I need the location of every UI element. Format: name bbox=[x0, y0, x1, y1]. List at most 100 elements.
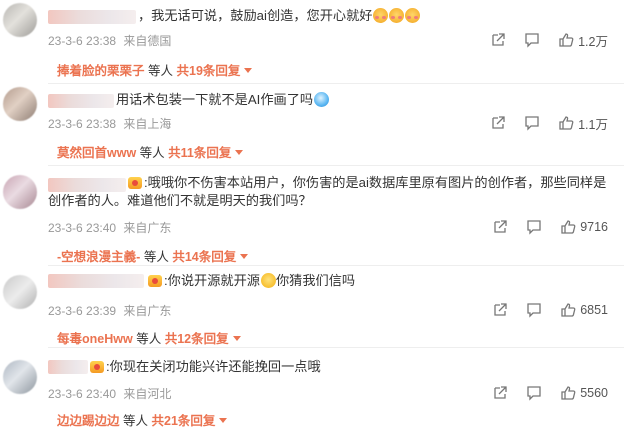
chevron-down-icon bbox=[232, 336, 241, 341]
comment-location: 来自上海 bbox=[123, 117, 172, 131]
fan-badge-icon bbox=[148, 275, 162, 287]
avatar[interactable] bbox=[3, 87, 37, 121]
comment-item: 用话术包装一下就不是AI作画了吗 23-3-6 23:38 来自上海 1.1万 … bbox=[0, 84, 624, 166]
comment-text: ，我无话可说，鼓励ai创造，您开心就好 bbox=[138, 7, 421, 25]
comment-location: 来自德国 bbox=[123, 34, 172, 48]
blush-emoji-icon bbox=[405, 8, 421, 23]
reply-mid: 等人 bbox=[148, 64, 174, 78]
comment-icon bbox=[527, 303, 541, 318]
reply-author[interactable]: 边边踢边边 bbox=[57, 414, 120, 428]
share-button[interactable] bbox=[492, 385, 508, 401]
comment-time: 23-3-6 23:38 bbox=[48, 117, 117, 131]
comment-time: 23-3-6 23:39 bbox=[48, 304, 117, 318]
comment-text: :你现在关闭功能兴许还能挽回一点哦 bbox=[90, 358, 321, 376]
comment-text: 用话术包装一下就不是AI作画了吗 bbox=[116, 91, 330, 109]
comment-actions: 9716 bbox=[474, 219, 608, 235]
comment-time: 23-3-6 23:40 bbox=[48, 221, 117, 235]
share-icon bbox=[492, 116, 505, 129]
comment-item: :你说开源就开源 你猜我们信吗 23-3-6 23:39 来自广东 6851 每毒… bbox=[0, 266, 624, 348]
share-button[interactable] bbox=[492, 219, 508, 235]
avatar[interactable] bbox=[3, 3, 37, 37]
comment-icon bbox=[527, 386, 541, 401]
comment-button[interactable] bbox=[526, 219, 542, 235]
reply-author[interactable]: 莫然回首www bbox=[57, 146, 136, 160]
like-button[interactable]: 1.2万 bbox=[558, 31, 608, 50]
comment-text-body: :你说开源就开源 bbox=[164, 273, 260, 288]
comment-item: :你现在关闭功能兴许还能挽回一点哦 23-3-6 23:40 来自河北 5560… bbox=[0, 348, 624, 429]
reply-count[interactable]: 共12条回复 bbox=[165, 332, 229, 346]
like-count: 6851 bbox=[580, 303, 608, 317]
fan-badge-icon bbox=[128, 177, 142, 189]
username-redacted[interactable] bbox=[48, 274, 144, 288]
reply-summary[interactable]: 捧着脸的栗栗子 等人 共19条回复 bbox=[57, 60, 253, 79]
comment-text-body: ，我无话可说，鼓励ai创造，您开心就好 bbox=[138, 8, 373, 23]
like-count: 5560 bbox=[580, 386, 608, 400]
share-icon bbox=[494, 220, 507, 233]
thumbs-up-icon bbox=[559, 33, 574, 47]
blush-emoji-icon bbox=[373, 8, 389, 23]
thumbs-up-icon bbox=[559, 116, 574, 130]
avatar[interactable] bbox=[3, 275, 37, 309]
comment-meta: 23-3-6 23:40 来自广东 bbox=[48, 219, 175, 236]
comment-icon bbox=[527, 220, 541, 235]
comment-text-body: :你现在关闭功能兴许还能挽回一点哦 bbox=[106, 359, 321, 374]
comment-button[interactable] bbox=[526, 302, 542, 318]
comment-icon bbox=[525, 116, 539, 131]
grin-emoji-icon bbox=[260, 273, 276, 288]
fan-badge-icon bbox=[90, 361, 104, 373]
comment-meta: 23-3-6 23:38 来自德国 bbox=[48, 32, 175, 49]
reply-count[interactable]: 共21条回复 bbox=[152, 414, 216, 428]
chevron-down-icon bbox=[244, 68, 253, 73]
reply-summary[interactable]: 边边踢边边 等人 共21条回复 bbox=[57, 410, 228, 429]
reply-summary[interactable]: 莫然回首www 等人 共11条回复 bbox=[57, 142, 244, 161]
share-button[interactable] bbox=[490, 115, 506, 131]
share-button[interactable] bbox=[490, 32, 506, 48]
reply-summary[interactable]: 每毒oneHww 等人 共12条回复 bbox=[57, 328, 241, 347]
comment-button[interactable] bbox=[524, 115, 540, 131]
share-icon bbox=[492, 33, 505, 46]
reply-count[interactable]: 共14条回复 bbox=[172, 250, 236, 264]
reply-author[interactable]: 捧着脸的栗栗子 bbox=[57, 64, 145, 78]
like-button[interactable]: 9716 bbox=[560, 219, 608, 235]
comment-text: :你说开源就开源 你猜我们信吗 bbox=[148, 272, 355, 290]
comment-time: 23-3-6 23:38 bbox=[48, 34, 117, 48]
comment-actions: 1.2万 bbox=[472, 31, 608, 50]
reply-mid: 等人 bbox=[136, 332, 162, 346]
comment-item: ，我无话可说，鼓励ai创造，您开心就好 23-3-6 23:38 来自德国 1.… bbox=[0, 0, 624, 84]
comment-meta: 23-3-6 23:38 来自上海 bbox=[48, 115, 175, 132]
reply-mid: 等人 bbox=[123, 414, 149, 428]
like-button[interactable]: 6851 bbox=[560, 302, 608, 318]
thumbs-up-icon bbox=[561, 220, 576, 234]
thumbs-up-icon bbox=[561, 303, 576, 317]
reply-count[interactable]: 共19条回复 bbox=[177, 64, 241, 78]
comment-button[interactable] bbox=[524, 32, 540, 48]
comment-location: 来自广东 bbox=[123, 304, 172, 318]
username-redacted[interactable] bbox=[48, 360, 88, 374]
comment-button[interactable] bbox=[526, 385, 542, 401]
like-count: 9716 bbox=[580, 220, 608, 234]
reply-author[interactable]: 每毒oneHww bbox=[57, 332, 133, 346]
reply-summary[interactable]: -空想浪漫主義- 等人 共14条回复 bbox=[57, 246, 249, 265]
like-button[interactable]: 1.1万 bbox=[558, 114, 608, 133]
chevron-down-icon bbox=[235, 150, 244, 155]
username-redacted[interactable] bbox=[48, 10, 136, 24]
like-button[interactable]: 5560 bbox=[560, 385, 608, 401]
chevron-down-icon bbox=[219, 418, 228, 423]
comment-actions: 5560 bbox=[474, 385, 608, 401]
comment-list: ，我无话可说，鼓励ai创造，您开心就好 23-3-6 23:38 来自德国 1.… bbox=[0, 0, 624, 429]
comment-time: 23-3-6 23:40 bbox=[48, 387, 117, 401]
share-icon bbox=[494, 386, 507, 399]
comment-text: :哦哦你不伤害本站用户，你伤害的是ai数据库里原有图片的创作者，那些同样是创作者… bbox=[48, 174, 608, 210]
avatar[interactable] bbox=[3, 175, 37, 209]
doraemon-emoji-icon bbox=[314, 92, 330, 107]
comment-location: 来自广东 bbox=[123, 221, 172, 235]
comment-location: 来自河北 bbox=[123, 387, 172, 401]
username-redacted[interactable] bbox=[48, 94, 114, 108]
comment-icon bbox=[525, 33, 539, 48]
reply-count[interactable]: 共11条回复 bbox=[168, 146, 231, 160]
share-button[interactable] bbox=[492, 302, 508, 318]
avatar[interactable] bbox=[3, 360, 37, 394]
reply-author[interactable]: -空想浪漫主義- bbox=[57, 250, 140, 264]
reply-mid: 等人 bbox=[139, 146, 165, 160]
reply-mid: 等人 bbox=[143, 250, 169, 264]
